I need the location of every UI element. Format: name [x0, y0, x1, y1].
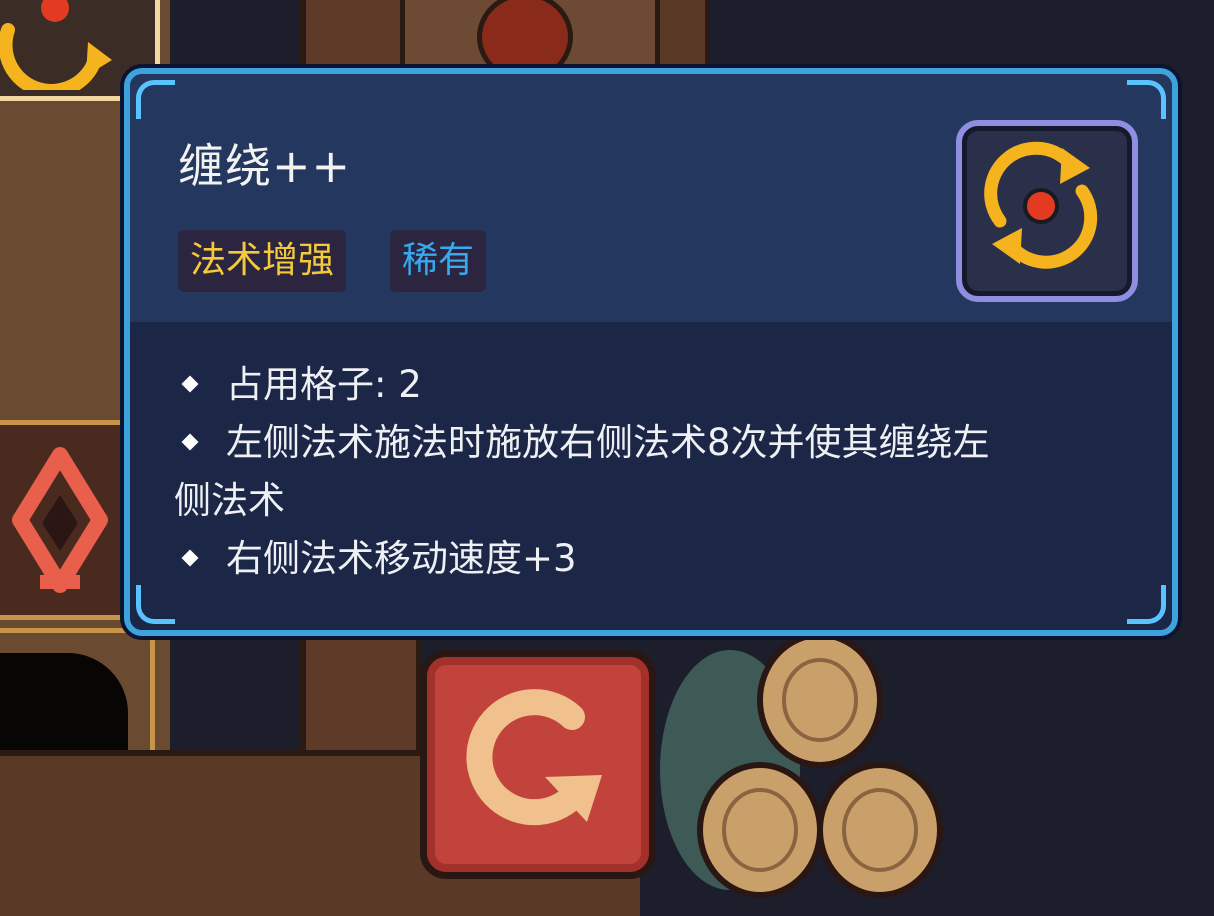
bullet-diamond-icon	[181, 375, 199, 393]
item-card-circular-arrow[interactable]	[420, 650, 656, 879]
diamond-arrow-icon	[12, 447, 108, 593]
circular-arrow-icon	[466, 689, 602, 826]
item-card-diamond[interactable]	[0, 420, 135, 620]
item-icon-frame	[956, 120, 1138, 302]
log-pile	[650, 630, 950, 910]
item-title: 缠绕++	[178, 139, 352, 193]
stat-line: 左侧法术施法时施放右侧法术8次并使其缠绕左 侧法术	[174, 421, 990, 522]
item-card-dark[interactable]	[0, 628, 155, 768]
bullet-diamond-icon	[181, 549, 199, 567]
stat-list: 占用格子: 2 左侧法术施法时施放右侧法术8次并使其缠绕左 侧法术 右侧法术移动速…	[174, 356, 1134, 588]
bullet-diamond-icon	[181, 433, 199, 451]
swirl-orbit-icon	[984, 141, 1098, 269]
stat-line: 右侧法术移动速度+3	[174, 530, 1134, 588]
stat-line: 占用格子: 2	[174, 356, 1134, 414]
item-tooltip: 缠绕++ 法术增强 稀有 占用格子: 2 左侧法术施法时施放右侧法术8次并使其缠…	[124, 68, 1178, 636]
category-tag: 法术增强	[178, 230, 347, 292]
rarity-tag: 稀有	[390, 230, 487, 292]
